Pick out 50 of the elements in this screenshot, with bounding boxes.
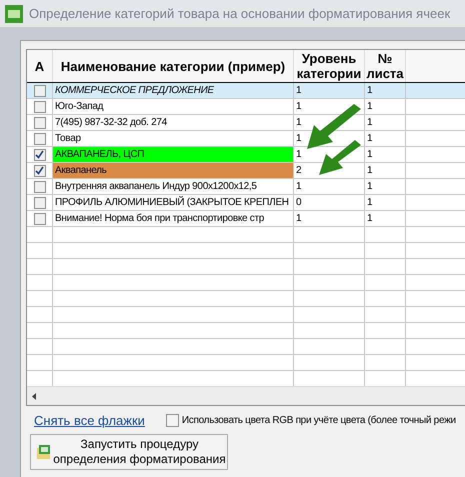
table-row[interactable]: ПРОФИЛЬ АЛЮМИНИЕВЫЙ (ЗАКРЫТОЕ КРЕПЛЕН 0 1 <box>27 195 465 211</box>
clear-checkboxes-link[interactable]: Снять все флажки <box>34 411 145 430</box>
table-cell: 1 <box>365 163 406 178</box>
checkbox[interactable] <box>34 196 46 208</box>
scroll-left-icon[interactable] <box>32 392 36 400</box>
table-cell: 1 <box>365 115 406 130</box>
table-cell: КОММЕРЧЕСКОЕ ПРЕДЛОЖЕНИЕ <box>53 83 294 98</box>
spreadsheet-icon <box>36 444 52 460</box>
checkbox[interactable] <box>34 164 46 176</box>
checkbox[interactable] <box>34 84 46 96</box>
checkbox[interactable] <box>34 100 46 112</box>
column-header[interactable]: № листа <box>365 50 406 82</box>
column-header[interactable]: Наименование категории (пример) <box>53 50 294 82</box>
table-cell: 1 <box>365 99 406 114</box>
table-cell: Товар <box>53 131 294 146</box>
table-cell: 1 <box>294 179 365 194</box>
table-cell: ПРОФИЛЬ АЛЮМИНИЕВЫЙ (ЗАКРЫТОЕ КРЕПЛЕН <box>53 195 294 210</box>
table-cell: 0 <box>294 195 365 210</box>
table-cell: 1 <box>365 195 406 210</box>
table-cell: 1 <box>365 147 406 162</box>
window-title: Определение категорий товара на основании форматирования ячеек <box>29 4 450 23</box>
checkbox[interactable] <box>34 180 46 192</box>
column-header[interactable]: Уровень категории <box>294 50 365 82</box>
table-cell: АКВАПАНЕЛЬ, ЦСП <box>53 147 294 162</box>
table-row[interactable]: Аквапанель 2 1 <box>27 163 465 179</box>
table-cell: 1 <box>365 131 406 146</box>
arrow <box>306 104 362 150</box>
checkbox[interactable] <box>34 148 46 160</box>
checkbox[interactable] <box>34 116 46 128</box>
table-row[interactable]: Внутренняя аквапанель Индур 900х1200х12,5 1 1 <box>27 179 465 195</box>
table-cell: 7(495) 987-32-32 доб. 274 <box>53 115 294 130</box>
app-icon <box>5 4 23 22</box>
table-row[interactable]: КОММЕРЧЕСКОЕ ПРЕДЛОЖЕНИЕ 1 1 <box>27 83 465 99</box>
table-cell: 1 <box>294 211 365 226</box>
run-procedure-button[interactable]: Запустить процедуру определения форматирования <box>30 434 228 470</box>
table-row[interactable]: Внимание! Норма боя при транспортировке стр 1 1 <box>27 211 465 227</box>
table-cell: 1 <box>294 83 365 98</box>
column-header[interactable]: A <box>27 50 53 82</box>
table-cell: 1 <box>365 211 406 226</box>
checkbox[interactable] <box>34 132 46 144</box>
checkbox-label: Использовать цвета RGB при учёте цвета (более точный режи <box>182 414 456 428</box>
arrow <box>318 140 362 176</box>
checkbox[interactable] <box>166 414 179 428</box>
table-cell: 1 <box>365 179 406 194</box>
table-cell: 1 <box>365 83 406 98</box>
table-cell: Аквапанель <box>53 163 294 178</box>
table-cell: Внимание! Норма боя при транспортировке стр <box>53 211 294 226</box>
checkbox[interactable] <box>34 212 46 224</box>
table-cell: Юго-Запад <box>53 99 294 114</box>
table-cell: Внутренняя аквапанель Индур 900х1200х12,5 <box>53 179 294 194</box>
